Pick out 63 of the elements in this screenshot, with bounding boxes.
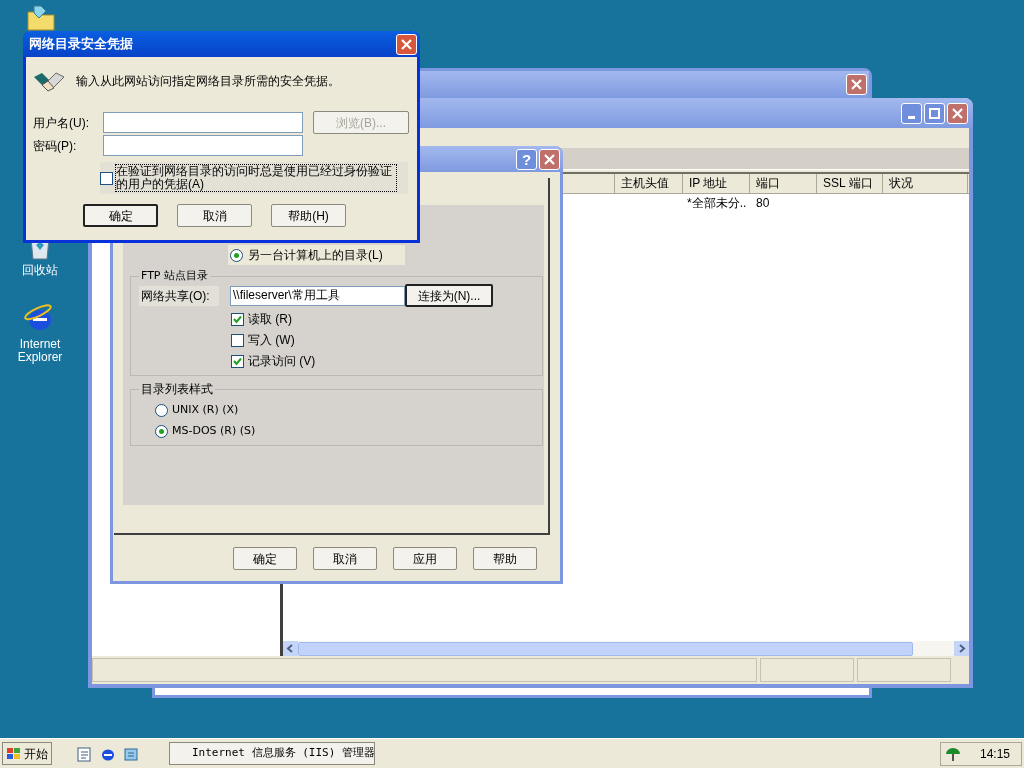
windows-logo-icon xyxy=(6,746,22,761)
minimize-button[interactable] xyxy=(901,102,922,124)
maximize-button[interactable] xyxy=(924,102,945,124)
option-label: 另一台计算机上的目录(L) xyxy=(248,247,383,264)
message-text: 输入从此网站访问指定网络目录所需的安全凭据。 xyxy=(76,73,340,90)
checkbox-label: 记录访问 (V) xyxy=(248,353,316,370)
close-icon xyxy=(952,107,963,119)
table-cell-text: 80 xyxy=(755,195,771,212)
checkbox[interactable] xyxy=(231,312,244,326)
radio-button[interactable] xyxy=(155,425,168,438)
notepad-icon[interactable] xyxy=(77,745,93,762)
radio-button[interactable] xyxy=(155,404,168,417)
group-title: FTP 站点目录 xyxy=(140,268,209,284)
group-title: 目录列表样式 xyxy=(140,381,214,398)
dialog-button[interactable]: 帮助(H) xyxy=(271,204,346,227)
radio-button[interactable] xyxy=(230,248,243,262)
dialog-button[interactable]: 取消 xyxy=(177,204,252,227)
column-header[interactable]: 主机头值 xyxy=(615,174,683,193)
checkbox-label: 读取 (R) xyxy=(248,311,292,328)
checkbox-label: 写入 (W) xyxy=(248,332,295,349)
input-field[interactable]: \\fileserver\常用工具 xyxy=(230,285,405,306)
start-button[interactable]: 开始 xyxy=(2,742,52,765)
field-label: 密码(P): xyxy=(33,137,78,155)
password-field[interactable] xyxy=(103,135,303,156)
close-button[interactable] xyxy=(846,74,867,95)
maximize-icon xyxy=(929,107,940,119)
dialog-button[interactable]: 确定 xyxy=(233,547,297,570)
folder-icon[interactable] xyxy=(26,4,56,32)
column-header[interactable]: SSL 端口 xyxy=(817,174,883,193)
window-title: 网络目录安全凭据 xyxy=(29,35,133,54)
username-field[interactable] xyxy=(103,112,303,133)
table-cell-text: *全部未分.. xyxy=(686,195,748,212)
dialog-button[interactable]: 帮助 xyxy=(473,547,537,570)
checkbox[interactable] xyxy=(231,354,244,368)
close-button[interactable] xyxy=(539,148,560,170)
server-icon[interactable] xyxy=(123,745,139,762)
close-button[interactable] xyxy=(396,33,417,55)
checkbox-label: 在验证到网络目录的访问时总是使用已经过身份验证的用户的凭据(A) xyxy=(115,164,397,192)
checkbox[interactable] xyxy=(100,171,113,185)
close-icon xyxy=(544,153,555,165)
clock: 14:15 xyxy=(980,745,1011,763)
checkbox[interactable] xyxy=(231,333,244,347)
column-header[interactable]: IP 地址 xyxy=(683,174,750,193)
icon-label: Internet Explorer xyxy=(16,338,64,364)
close-button[interactable] xyxy=(947,102,968,124)
option-label: UNIX (R) (X) xyxy=(172,402,239,419)
column-header[interactable]: 端口 xyxy=(750,174,817,193)
umbrella-icon[interactable] xyxy=(945,745,961,762)
dialog-button[interactable]: 确定 xyxy=(83,204,158,227)
icon-label: 回收站 xyxy=(22,262,58,279)
close-icon xyxy=(851,79,862,90)
close-icon xyxy=(401,38,412,50)
taskbar-button[interactable]: Internet 信息服务 (IIS) 管理器 xyxy=(169,742,375,765)
scroll-right-icon[interactable] xyxy=(954,641,969,656)
connect-button[interactable]: 连接为(N)... xyxy=(405,284,493,307)
field-label: 网络共享(O): xyxy=(139,285,219,306)
dialog-button[interactable]: 取消 xyxy=(313,547,377,570)
option-label: MS-DOS (R) (S) xyxy=(172,423,256,440)
column-header[interactable]: 状况 xyxy=(883,174,968,193)
minimize-icon xyxy=(908,115,915,119)
scroll-left-icon[interactable] xyxy=(283,641,298,656)
field-label: 用户名(U): xyxy=(33,114,90,132)
dialog-button[interactable]: 应用 xyxy=(393,547,457,570)
